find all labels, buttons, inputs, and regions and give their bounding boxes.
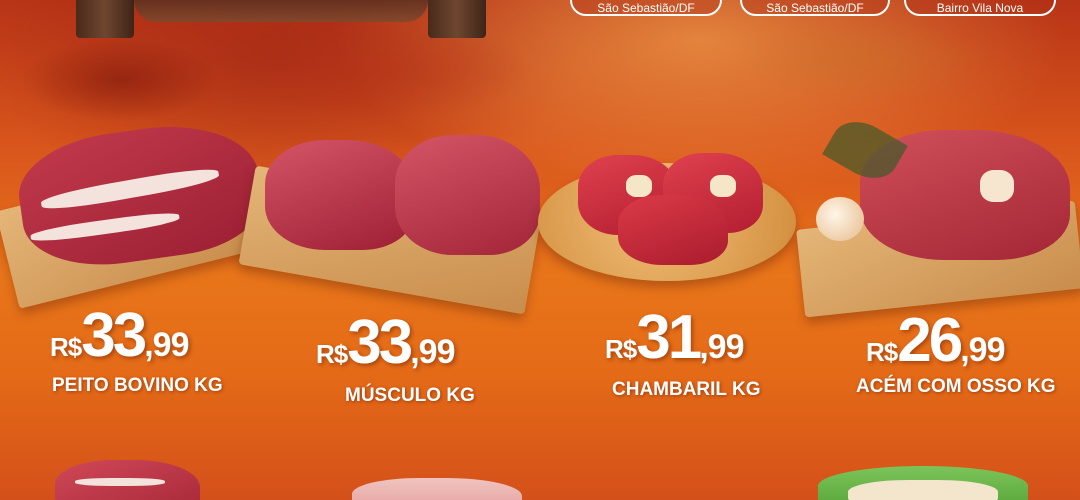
- pork-cut-bottom-center-image: [352, 478, 522, 500]
- beef-shank-on-board-image: [235, 130, 545, 315]
- currency-symbol: R$: [605, 334, 637, 364]
- store-location-text: São Sebastião/DF: [597, 1, 695, 15]
- beef-cut-bottom-left-image: [55, 460, 200, 500]
- store-location-badge-3: Bairro Vila Nova: [904, 0, 1056, 16]
- osso-buco-on-plate-image: [538, 145, 800, 285]
- store-location-text: São Sebastião/DF: [766, 1, 864, 15]
- price-cents: ,99: [960, 331, 1005, 369]
- currency-symbol: R$: [866, 337, 898, 367]
- price-tag-3: R$31,99: [605, 302, 744, 373]
- brisket-on-board-image: [0, 110, 270, 310]
- chuck-with-bone-on-board-image: [796, 110, 1080, 318]
- price-integer: 26: [897, 306, 963, 375]
- store-location-badge-1: São Sebastião/DF: [570, 0, 722, 16]
- store-location-badge-2: São Sebastião/DF: [740, 0, 890, 16]
- store-location-text: Bairro Vila Nova: [936, 1, 1024, 15]
- price-cents: ,99: [410, 333, 455, 371]
- price-cents: ,99: [699, 328, 744, 366]
- chicken-on-lettuce-bottom-right-image: [818, 466, 1028, 500]
- product-name-4: ACÉM COM OSSO KG: [856, 376, 1056, 397]
- grill-post-right: [428, 0, 486, 38]
- price-integer: 33: [347, 308, 413, 377]
- currency-symbol: R$: [50, 332, 82, 362]
- chicken-pieces: [848, 480, 998, 500]
- product-name-1: PEITO BOVINO KG: [52, 375, 223, 396]
- grill-post-left: [76, 0, 134, 38]
- grill-bar: [134, 0, 428, 22]
- price-tag-1: R$33,99: [50, 300, 189, 371]
- price-tag-2: R$33,99: [316, 307, 455, 378]
- price-integer: 31: [636, 303, 702, 372]
- price-cents: ,99: [144, 326, 189, 364]
- product-name-3: CHAMBARIL KG: [612, 379, 761, 400]
- price-integer: 33: [81, 301, 147, 370]
- price-tag-4: R$26,99: [866, 305, 1005, 376]
- currency-symbol: R$: [316, 339, 348, 369]
- product-name-2: MÚSCULO KG: [345, 385, 475, 406]
